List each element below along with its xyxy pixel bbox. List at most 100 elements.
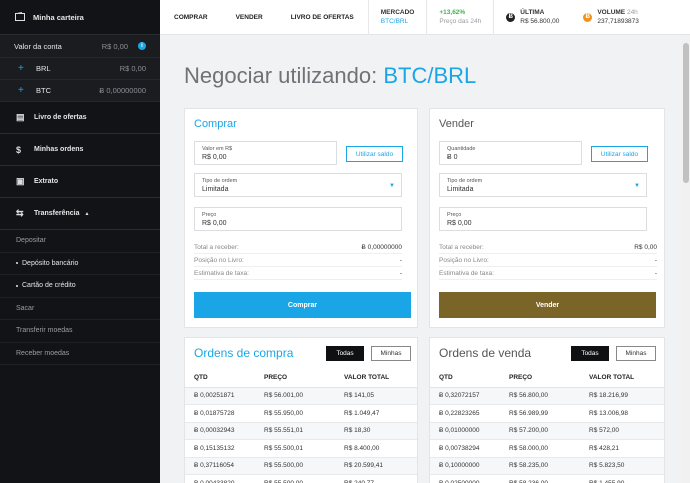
balance-row-brl[interactable]: + BRL R$ 0,00 (0, 58, 160, 80)
balance-currency: BRL (36, 64, 51, 73)
sidebar-sub-label: Receber moedas (16, 349, 70, 357)
table-row[interactable]: Ƀ 0,01000000 R$ 57.200,00 R$ 572,00 (430, 422, 664, 440)
position-label: Posição no Livro: (439, 256, 489, 264)
wallet-header[interactable]: Minha carteira (0, 0, 160, 35)
wallet-icon (15, 11, 25, 23)
tab-mine[interactable]: Minhas (371, 346, 411, 361)
sidebar-item-transfer[interactable]: ⇆ Transferência ▲ (0, 198, 160, 230)
field-value: R$ 0,00 (447, 220, 472, 227)
sell-order-type-select[interactable]: Tipo de ordem Limitada ▼ (439, 173, 647, 197)
tab-all[interactable]: Todas (571, 346, 609, 361)
cell-price: R$ 56.001,00 (255, 387, 335, 405)
sidebar-sub-receive-coins[interactable]: Receber moedas (0, 343, 160, 365)
fee-label: Estimativa de taxa: (194, 269, 249, 277)
cell-total: R$ 20.599,41 (335, 457, 417, 475)
bitcoin-icon: Ƀ (583, 12, 593, 22)
tab-all[interactable]: Todas (326, 346, 364, 361)
cell-price: R$ 55.500,00 (255, 457, 335, 475)
sidebar-sub-transfer-coins[interactable]: Transferir moedas (0, 320, 160, 343)
bitcoin-icon: Ƀ (506, 12, 516, 22)
field-label: Valor em R$ (202, 146, 233, 152)
page-title-pair: BTC/BRL (383, 63, 477, 88)
position-row: Posição no Livro: - (194, 254, 402, 267)
nav-orderbook[interactable]: LIVRO DE OFERTAS (277, 14, 368, 21)
buy-order-type-select[interactable]: Tipo de ordem Limitada ▼ (194, 173, 402, 197)
table-row[interactable]: Ƀ 0,00433820R$ 55.500,00R$ 240,77 (185, 474, 417, 483)
main-content: Negociar utilizando: BTC/BRL Comprar Val… (160, 35, 690, 483)
statement-icon: ▣ (16, 176, 25, 186)
field-label: Tipo de ordem (447, 178, 483, 184)
table-row[interactable]: Ƀ 0,02500000R$ 58.236,00R$ 1.455,90 (430, 474, 664, 483)
sidebar-sub-label: Sacar (16, 304, 35, 312)
sidebar-item-my-orders[interactable]: $ Minhas ordens (0, 134, 160, 166)
sidebar-sub-label: Transferir moedas (16, 327, 73, 335)
table-row[interactable]: Ƀ 0,15135132 R$ 55.500,01 R$ 8.400,00 (185, 439, 417, 458)
fee-value: - (399, 269, 402, 277)
sidebar-sub-withdraw[interactable]: Sacar (0, 298, 160, 320)
tab-mine[interactable]: Minhas (616, 346, 656, 361)
field-label: Quantidade (447, 146, 476, 152)
position-value: - (399, 256, 402, 264)
buy-amount-field[interactable]: Valor em R$ R$ 0,00 (194, 141, 337, 165)
transfer-icon: ⇆ (16, 208, 24, 218)
table-row[interactable]: Ƀ 0,00251871 R$ 56.001,00 R$ 141,05 (185, 387, 417, 405)
cell-qty: Ƀ 0,02500000 (430, 474, 500, 483)
sidebar-item-orderbook[interactable]: ▤ Livro de ofertas (0, 102, 160, 134)
nav-buy[interactable]: COMPRAR (160, 14, 222, 21)
sidebar-item-label: Livro de ofertas (34, 114, 87, 121)
bullet-icon (16, 284, 18, 287)
cell-total: R$ 8.400,00 (335, 439, 417, 458)
table-row[interactable]: Ƀ 0,22823265 R$ 56.989,99 R$ 13.006,98 (430, 404, 664, 423)
scrollbar-thumb[interactable] (683, 43, 689, 183)
table-row[interactable]: Ƀ 0,37116054 R$ 55.500,00 R$ 20.599,41 (185, 457, 417, 475)
buy-price-field[interactable]: Preço R$ 0,00 (194, 207, 402, 231)
cell-total: R$ 141,05 (335, 387, 417, 405)
use-balance-button[interactable]: Utilizar saldo (591, 146, 648, 162)
chevron-down-icon: ▼ (634, 183, 640, 189)
table-row[interactable]: Ƀ 0,32072157 R$ 56.800,00 R$ 18.216,99 (430, 387, 664, 405)
balance-row-btc[interactable]: + BTC Ƀ 0,00000000 (0, 80, 160, 102)
cell-price: R$ 58.235,00 (500, 457, 580, 475)
receive-label: Total a receber: (439, 243, 484, 251)
table-row[interactable]: Ƀ 0,01875728 R$ 55.950,00 R$ 1.049,47 (185, 404, 417, 423)
receive-value: R$ 0,00 (634, 243, 657, 251)
use-balance-button[interactable]: Utilizar saldo (346, 146, 403, 162)
buy-orders-table: QTD PREÇO VALOR TOTAL Ƀ 0,00251871 R$ 56.… (185, 369, 417, 483)
cell-total: R$ 428,21 (580, 439, 664, 458)
last-label: ÚLTIMA (520, 9, 545, 16)
sidebar-sub-label: Depositar (16, 237, 46, 245)
page-scrollbar[interactable] (682, 35, 690, 483)
sell-card: Vender Quantidade Ƀ 0 Utilizar saldo Tip… (429, 108, 665, 328)
cell-qty: Ƀ 0,10000000 (430, 457, 500, 475)
table-row[interactable]: Ƀ 0,00738294 R$ 58.000,00 R$ 428,21 (430, 439, 664, 458)
book-icon: ▤ (16, 112, 25, 122)
column-header: VALOR TOTAL (335, 369, 417, 388)
table-row[interactable]: Ƀ 0,00032943 R$ 55.551,01 R$ 18,30 (185, 422, 417, 440)
buy-orders-card: Ordens de compra Todas Minhas QTD PREÇO … (184, 337, 418, 483)
cell-qty: Ƀ 0,15135132 (185, 439, 255, 458)
cell-qty: Ƀ 0,01875728 (185, 404, 255, 423)
cell-total: R$ 240,77 (335, 474, 417, 483)
sell-amount-field[interactable]: Quantidade Ƀ 0 (439, 141, 582, 165)
sidebar-sub-deposit[interactable]: Depositar (0, 230, 160, 253)
sidebar-item-statement[interactable]: ▣ Extrato (0, 166, 160, 198)
sell-orders-card: Ordens de venda Todas Minhas QTD PREÇO V… (429, 337, 665, 483)
cell-qty: Ƀ 0,00738294 (430, 439, 500, 458)
market-selector[interactable]: MERCADO BTC/BRL (369, 8, 427, 26)
nav-sell[interactable]: VENDER (222, 14, 277, 21)
info-icon[interactable]: i (138, 42, 146, 50)
cell-price: R$ 55.500,00 (255, 474, 335, 483)
field-value: R$ 0,00 (202, 154, 227, 161)
sidebar-sub-bank-deposit[interactable]: Depósito bancário (0, 253, 160, 275)
sidebar-sub-credit-card[interactable]: Cartão de crédito (0, 275, 160, 298)
table-row[interactable]: Ƀ 0,10000000 R$ 58.235,00 R$ 5.823,50 (430, 457, 664, 475)
cell-qty: Ƀ 0,00433820 (185, 474, 255, 483)
column-header: QTD (430, 369, 500, 388)
cell-total: R$ 572,00 (580, 422, 664, 440)
cell-qty: Ƀ 0,00251871 (185, 387, 255, 405)
sell-price-field[interactable]: Preço R$ 0,00 (439, 207, 647, 231)
position-label: Posição no Livro: (194, 256, 244, 264)
plus-icon: + (18, 63, 24, 74)
sell-submit-button[interactable]: Vender (439, 292, 656, 318)
buy-submit-button[interactable]: Comprar (194, 292, 411, 318)
